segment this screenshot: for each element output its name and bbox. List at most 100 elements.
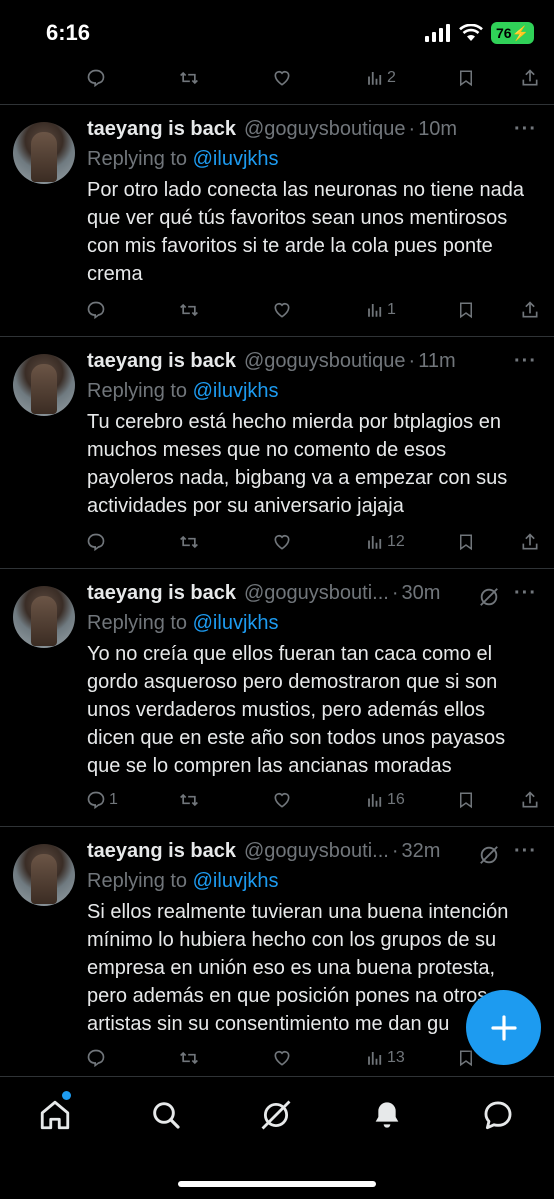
grok-icon[interactable] bbox=[478, 844, 500, 866]
heart-icon bbox=[274, 1050, 290, 1066]
share-button[interactable] bbox=[520, 60, 540, 96]
divider bbox=[0, 826, 554, 827]
reply-icon bbox=[87, 1049, 105, 1068]
repost-button[interactable] bbox=[178, 524, 200, 560]
tweet[interactable]: taeyang is back @goguysboutique · 11m ··… bbox=[0, 350, 554, 550]
more-options-icon[interactable]: ··· bbox=[514, 118, 537, 141]
nav-home[interactable] bbox=[35, 1095, 75, 1135]
tweet-time: 30m bbox=[401, 582, 441, 604]
repost-icon bbox=[180, 535, 198, 549]
replying-to: Replying to @iluvjkhs bbox=[87, 612, 279, 635]
user-handle[interactable]: @goguysboutique bbox=[244, 118, 406, 141]
bookmark-button[interactable] bbox=[457, 524, 475, 560]
tweet[interactable]: taeyang is back @goguysbouti... · 30m ··… bbox=[0, 582, 554, 782]
tweet-actions: 1 bbox=[0, 292, 554, 328]
views-count: 1 bbox=[387, 301, 396, 318]
nav-search[interactable] bbox=[146, 1095, 186, 1135]
wifi-icon bbox=[459, 24, 483, 41]
heart-icon bbox=[274, 302, 290, 318]
views-icon bbox=[368, 1052, 382, 1065]
bookmark-icon bbox=[460, 70, 472, 87]
mention-link[interactable]: @iluvjkhs bbox=[193, 148, 279, 170]
reply-count: 1 bbox=[109, 791, 118, 808]
tweet-time: 10m bbox=[418, 118, 458, 140]
reply-button[interactable] bbox=[86, 292, 109, 328]
share-icon bbox=[522, 301, 538, 318]
replying-prefix: Replying to bbox=[87, 870, 193, 892]
nav-notifications[interactable] bbox=[367, 1095, 407, 1135]
share-button[interactable] bbox=[520, 524, 540, 560]
reply-button[interactable] bbox=[86, 524, 109, 560]
tweet-time: 11m bbox=[418, 350, 456, 372]
views-button[interactable]: 12 bbox=[366, 524, 405, 560]
user-handle[interactable]: @goguysbouti... bbox=[244, 840, 389, 863]
replying-to: Replying to @iluvjkhs bbox=[87, 380, 279, 403]
views-button[interactable]: 1 bbox=[366, 292, 396, 328]
bookmark-icon bbox=[460, 534, 472, 551]
display-name[interactable]: taeyang is back bbox=[87, 118, 236, 141]
repost-button[interactable] bbox=[178, 60, 200, 96]
avatar[interactable] bbox=[13, 844, 75, 906]
tweet-actions: 12 bbox=[0, 524, 554, 560]
replying-to: Replying to @iluvjkhs bbox=[87, 870, 279, 893]
avatar[interactable] bbox=[13, 354, 75, 416]
views-count: 13 bbox=[387, 1049, 405, 1066]
like-button[interactable] bbox=[272, 1040, 292, 1076]
views-button[interactable]: 13 bbox=[366, 1040, 405, 1076]
repost-icon bbox=[180, 793, 198, 807]
battery-level: 76 bbox=[495, 25, 512, 41]
avatar[interactable] bbox=[13, 586, 75, 648]
reply-button[interactable]: 1 bbox=[86, 782, 118, 818]
mention-link[interactable]: @iluvjkhs bbox=[193, 612, 279, 634]
more-options-icon[interactable]: ··· bbox=[514, 840, 537, 863]
like-button[interactable] bbox=[272, 782, 292, 818]
reply-icon bbox=[87, 791, 105, 810]
tweet-time: 32m bbox=[401, 840, 441, 862]
repost-button[interactable] bbox=[178, 1040, 200, 1076]
share-button[interactable] bbox=[520, 782, 540, 818]
reply-button[interactable] bbox=[86, 1040, 109, 1076]
like-button[interactable] bbox=[272, 60, 292, 96]
display-name[interactable]: taeyang is back bbox=[87, 582, 236, 605]
reply-icon bbox=[87, 301, 105, 320]
share-button[interactable] bbox=[520, 292, 540, 328]
grok-icon[interactable] bbox=[478, 586, 500, 608]
views-button[interactable]: 2 bbox=[366, 60, 396, 96]
display-name[interactable]: taeyang is back bbox=[87, 840, 236, 863]
bookmark-button[interactable] bbox=[457, 782, 475, 818]
tweet-text: Tu cerebro está hecho mierda por btplagi… bbox=[87, 411, 508, 517]
repost-button[interactable] bbox=[178, 292, 200, 328]
views-icon bbox=[368, 72, 382, 85]
user-handle[interactable]: @goguysboutique bbox=[244, 350, 406, 373]
divider bbox=[0, 104, 554, 105]
bookmark-button[interactable] bbox=[457, 292, 475, 328]
nav-grok[interactable] bbox=[256, 1095, 296, 1135]
bookmark-button[interactable] bbox=[457, 60, 475, 96]
mention-link[interactable]: @iluvjkhs bbox=[193, 870, 279, 892]
user-handle[interactable]: @goguysbouti... bbox=[244, 582, 389, 605]
display-name[interactable]: taeyang is back bbox=[87, 350, 236, 373]
avatar[interactable] bbox=[13, 122, 75, 184]
like-button[interactable] bbox=[272, 524, 292, 560]
status-time: 6:16 bbox=[46, 20, 91, 45]
tweet-header: taeyang is back @goguysbouti... · 32m bbox=[87, 840, 482, 870]
more-options-icon[interactable]: ··· bbox=[514, 582, 537, 605]
views-icon bbox=[368, 794, 382, 807]
compose-button[interactable] bbox=[466, 990, 541, 1065]
reply-button[interactable] bbox=[86, 60, 109, 96]
heart-icon bbox=[274, 534, 290, 550]
views-button[interactable]: 16 bbox=[366, 782, 405, 818]
tweet[interactable]: taeyang is back @goguysboutique · 10m ··… bbox=[0, 118, 554, 318]
separator-dot: · bbox=[408, 118, 416, 140]
repost-icon bbox=[180, 1051, 198, 1065]
more-options-icon[interactable]: ··· bbox=[514, 350, 537, 373]
views-icon bbox=[368, 536, 382, 549]
signal-icon bbox=[424, 24, 450, 42]
search-icon bbox=[153, 1102, 180, 1129]
repost-button[interactable] bbox=[178, 782, 200, 818]
separator-dot: · bbox=[408, 350, 416, 372]
nav-messages[interactable] bbox=[478, 1095, 518, 1135]
mention-link[interactable]: @iluvjkhs bbox=[193, 380, 279, 402]
repost-icon bbox=[180, 71, 198, 85]
like-button[interactable] bbox=[272, 292, 292, 328]
